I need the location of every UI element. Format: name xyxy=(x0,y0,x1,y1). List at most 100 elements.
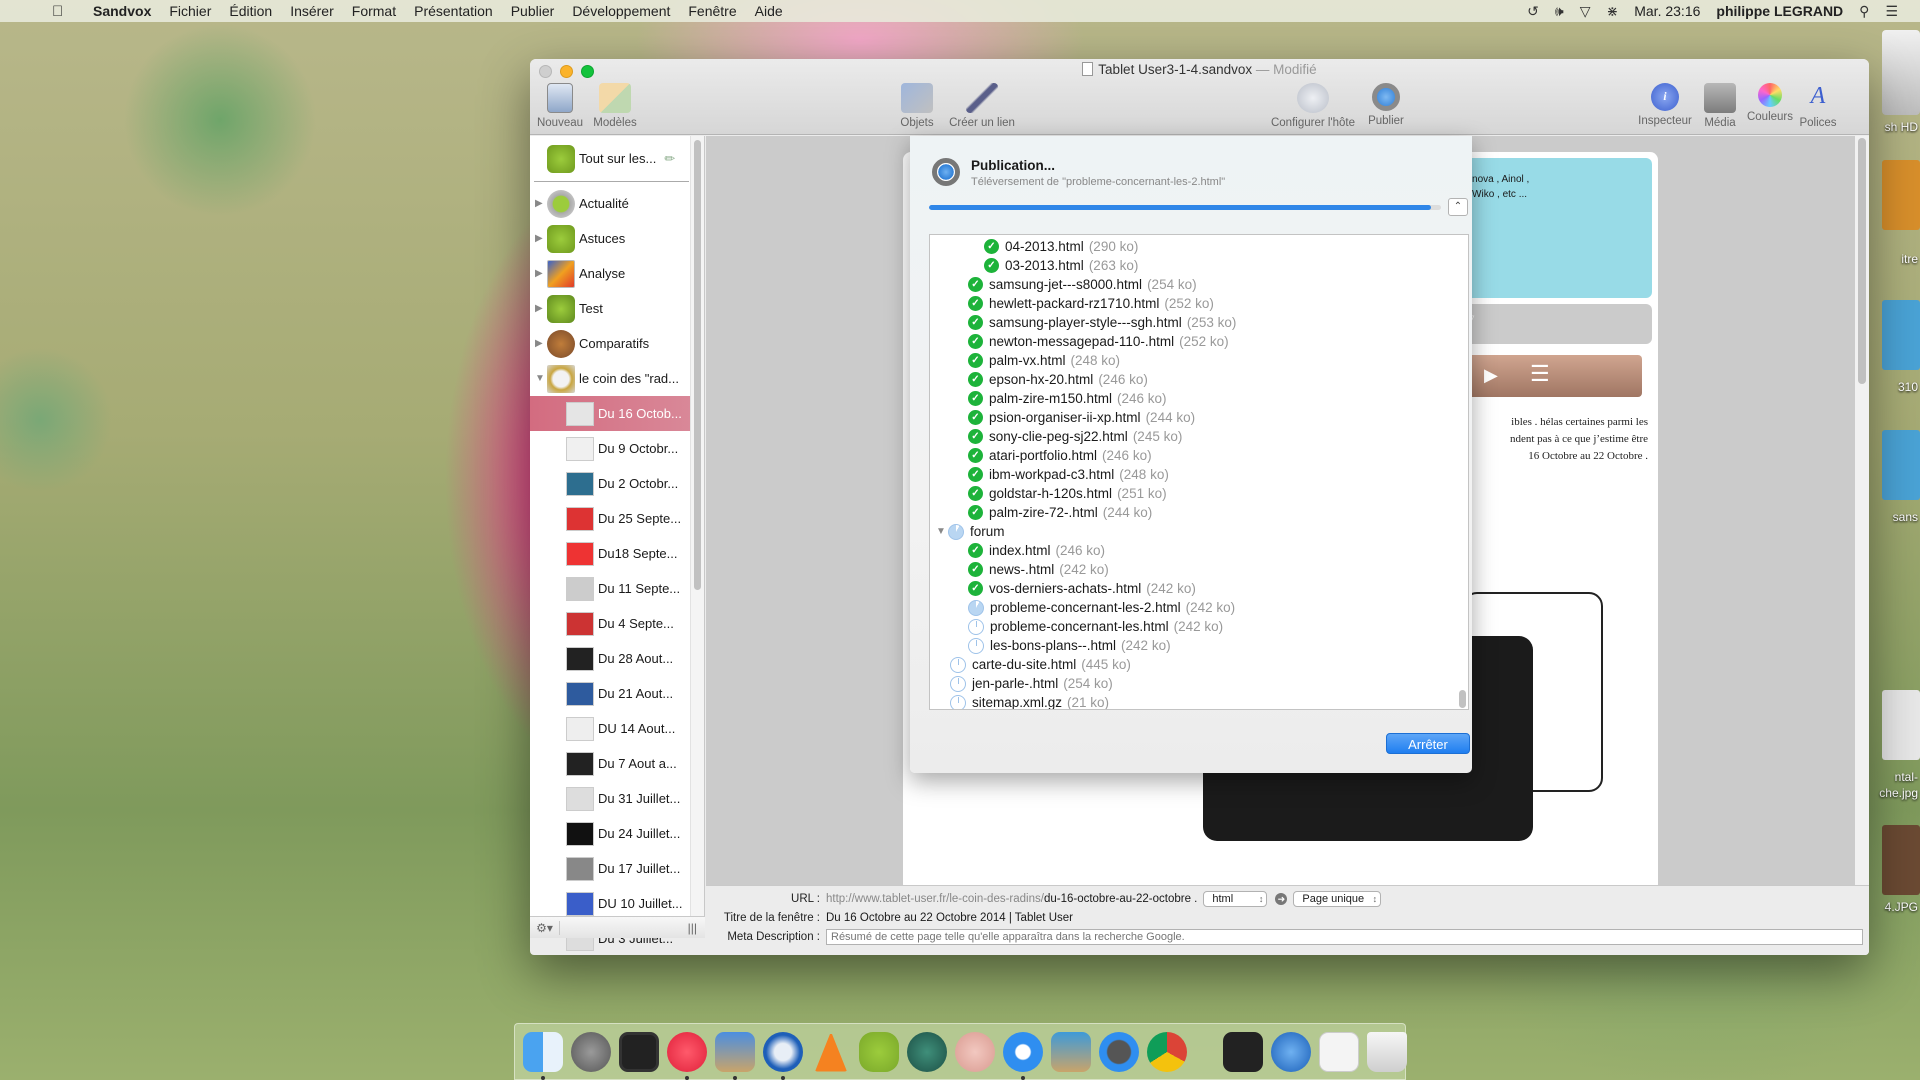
dock-stack-icon[interactable] xyxy=(1319,1031,1359,1072)
sidebar-child-item[interactable]: Du 17 Juillet... xyxy=(530,851,691,886)
go-arrow-icon[interactable]: ➜ xyxy=(1275,893,1288,905)
sidebar-item-analyse[interactable]: ▶ Analyse xyxy=(530,256,691,291)
sidebar-item-actualite[interactable]: ▶ Actualité xyxy=(530,186,691,221)
sidebar-child-item[interactable]: Du 31 Juillet... xyxy=(530,781,691,816)
sidebar-item-test[interactable]: ▶ Test xyxy=(530,291,691,326)
nouveau-button[interactable]: Nouveau xyxy=(530,83,590,129)
apple-menu-icon[interactable]:  xyxy=(52,3,72,20)
disclosure-triangle-icon[interactable]: ▶ xyxy=(535,233,547,244)
dock-android-icon[interactable] xyxy=(859,1031,899,1072)
menu-app-name[interactable]: Sandvox xyxy=(84,3,160,19)
menu-presentation[interactable]: Présentation xyxy=(405,3,502,19)
sidebar-child-item[interactable]: Du 16 Octob... xyxy=(530,396,691,431)
dock-music-folder-icon[interactable] xyxy=(1223,1031,1263,1072)
disclosure-triangle-expanded-icon[interactable]: ▼ xyxy=(535,373,547,384)
spotlight-search-icon[interactable]: ⚲ xyxy=(1859,3,1869,20)
bluetooth-icon[interactable]: ⋇ xyxy=(1607,3,1619,20)
desktop-image-icon[interactable] xyxy=(1882,825,1920,895)
modeles-button[interactable]: Modèles xyxy=(585,83,645,129)
notification-center-icon[interactable]: ☰ xyxy=(1885,3,1898,20)
volume-icon[interactable]: 🕪 xyxy=(1555,3,1564,20)
dock-preview-icon[interactable] xyxy=(1051,1031,1091,1072)
checkmark-icon: ✓ xyxy=(968,543,983,558)
preview-scrollbar[interactable] xyxy=(1855,136,1869,885)
next-icon[interactable]: ▶ xyxy=(1484,365,1498,386)
menu-format[interactable]: Format xyxy=(343,3,405,19)
meta-description-input[interactable] xyxy=(826,929,1863,945)
dock-launchpad-icon[interactable] xyxy=(571,1031,611,1072)
dock-trash-icon[interactable] xyxy=(1367,1031,1407,1072)
sidebar-scroll-thumb[interactable] xyxy=(694,140,701,590)
dock-app-icon[interactable] xyxy=(955,1031,995,1072)
dock-vlc-icon[interactable] xyxy=(815,1031,847,1072)
dock-sandvox-icon[interactable] xyxy=(715,1031,755,1080)
publication-sheet: Publication... Téléversement de "problem… xyxy=(910,136,1472,773)
sidebar-child-item[interactable]: Du 7 Aout a... xyxy=(530,746,691,781)
menubar-user[interactable]: philippe LEGRAND xyxy=(1716,3,1843,19)
menu-aide[interactable]: Aide xyxy=(746,3,792,19)
dock-thunderbird-icon[interactable] xyxy=(763,1031,803,1080)
stop-button[interactable]: Arrêter xyxy=(1386,733,1470,754)
sidebar-scrollbar[interactable] xyxy=(690,136,704,916)
dock-chrome-icon[interactable] xyxy=(1147,1031,1187,1072)
menu-edition[interactable]: Édition xyxy=(220,3,281,19)
sidebar-child-item[interactable]: DU 14 Aout... xyxy=(530,711,691,746)
list-icon[interactable]: ☰ xyxy=(1530,361,1550,387)
menu-fichier[interactable]: Fichier xyxy=(160,3,220,19)
desktop-image-icon[interactable] xyxy=(1882,690,1920,760)
sidebar-child-item[interactable]: Du 9 Octobr... xyxy=(530,431,691,466)
dock-itunes-icon[interactable] xyxy=(667,1031,707,1080)
creer-lien-button[interactable]: Créer un lien xyxy=(942,83,1022,129)
sidebar-child-item[interactable]: Du 25 Septe... xyxy=(530,501,691,536)
dock-finder-icon[interactable] xyxy=(523,1031,563,1080)
sidebar-child-item[interactable]: Du 2 Octobr... xyxy=(530,466,691,501)
gear-menu-icon[interactable]: ⚙▾ xyxy=(530,920,560,935)
polices-button[interactable]: A Polices xyxy=(1788,83,1848,129)
disclosure-triangle-icon[interactable]: ▶ xyxy=(535,303,547,314)
dock-time-machine-icon[interactable] xyxy=(907,1031,947,1072)
disclosure-triangle-expanded-icon[interactable]: ▼ xyxy=(936,526,948,537)
window-title-field[interactable]: Du 16 Octobre au 22 Octobre 2014 | Table… xyxy=(826,912,1073,924)
sidebar-child-item[interactable]: Du 11 Septe... xyxy=(530,571,691,606)
upload-file-list[interactable]: ✓ 04-2013.html (290 ko) ✓ 03-2013.html (263 k… xyxy=(929,234,1469,710)
menubar-clock[interactable]: Mar. 23:16 xyxy=(1634,3,1700,19)
sidebar-item-astuces[interactable]: ▶ Astuces xyxy=(530,221,691,256)
desktop-file-icon[interactable] xyxy=(1882,160,1920,230)
sidebar-child-label: DU 14 Aout... xyxy=(598,721,676,736)
sidebar-root-item[interactable]: Tout sur les... ✏ xyxy=(530,141,691,176)
file-row: les-bons-plans--.html (242 ko) xyxy=(968,636,1171,655)
resize-grip-icon[interactable]: ||| xyxy=(688,921,697,935)
sidebar-item-comparatifs[interactable]: ▶ Comparatifs xyxy=(530,326,691,361)
dock-transmit-icon[interactable] xyxy=(1099,1031,1139,1072)
dock-mission-control-icon[interactable] xyxy=(619,1031,659,1072)
disclosure-triangle-icon[interactable]: ▶ xyxy=(535,198,547,209)
wifi-icon[interactable]: ▽ xyxy=(1580,3,1591,20)
sidebar-child-item[interactable]: Du 21 Aout... xyxy=(530,676,691,711)
time-machine-icon[interactable]: ↺ xyxy=(1527,3,1539,20)
preview-scroll-thumb[interactable] xyxy=(1858,138,1866,384)
desktop-file-icon[interactable] xyxy=(1882,300,1920,370)
url-slug-field[interactable]: du-16-octobre-au-22-octobre . xyxy=(1044,893,1197,905)
hard-disk-icon[interactable] xyxy=(1882,30,1920,115)
objets-button[interactable]: Objets xyxy=(887,83,947,129)
menu-developpement[interactable]: Développement xyxy=(563,3,679,19)
page-type-select[interactable]: Page unique xyxy=(1293,891,1382,907)
file-list-scroll-thumb[interactable] xyxy=(1459,690,1466,708)
configurer-hote-button[interactable]: Configurer l'hôte xyxy=(1263,83,1363,129)
menu-publier[interactable]: Publier xyxy=(502,3,564,19)
dock-safari-icon[interactable] xyxy=(1003,1031,1043,1080)
sidebar-child-item[interactable]: Du18 Septe... xyxy=(530,536,691,571)
desktop-file-icon[interactable] xyxy=(1882,430,1920,500)
sidebar-item-coin-des-radins[interactable]: ▼ le coin des "rad... xyxy=(530,361,691,396)
menu-inserer[interactable]: Insérer xyxy=(281,3,343,19)
collapse-list-button[interactable]: ⌃ xyxy=(1448,198,1468,216)
dock-network-icon[interactable] xyxy=(1271,1031,1311,1072)
menu-fenetre[interactable]: Fenêtre xyxy=(679,3,745,19)
publier-button[interactable]: Publier xyxy=(1356,83,1416,127)
disclosure-triangle-icon[interactable]: ▶ xyxy=(535,268,547,279)
extension-select[interactable]: html xyxy=(1203,891,1268,907)
sidebar-child-item[interactable]: Du 4 Septe... xyxy=(530,606,691,641)
sidebar-child-item[interactable]: Du 28 Aout... xyxy=(530,641,691,676)
sidebar-child-item[interactable]: Du 24 Juillet... xyxy=(530,816,691,851)
disclosure-triangle-icon[interactable]: ▶ xyxy=(535,338,547,349)
